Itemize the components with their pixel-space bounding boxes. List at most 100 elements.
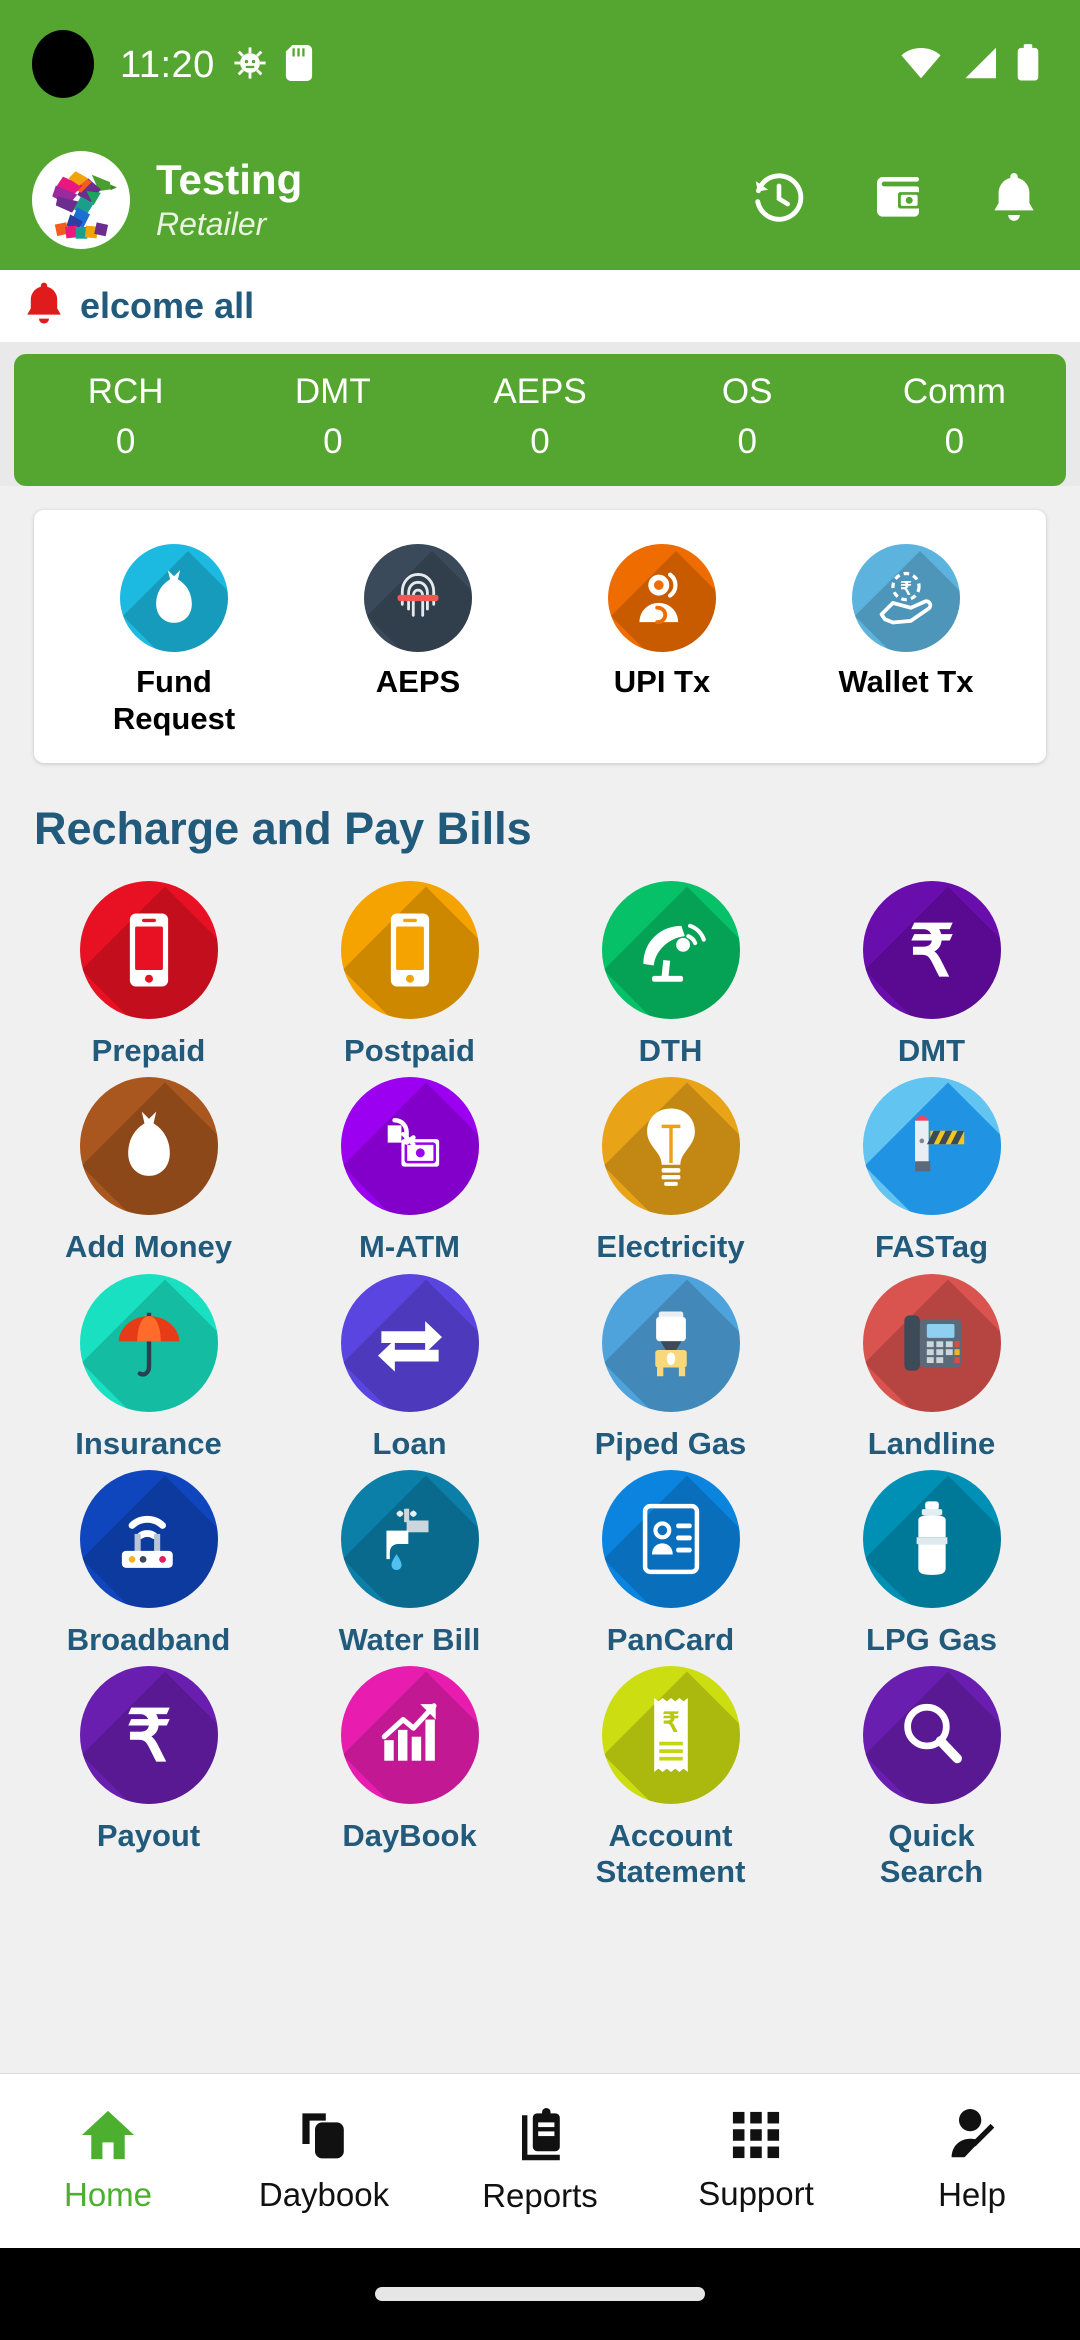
quick-action-label: AEPS <box>375 664 461 699</box>
telephone-icon <box>862 1273 1001 1412</box>
gesture-pill[interactable] <box>375 2287 705 2301</box>
money-bag-icon <box>79 1077 218 1216</box>
stats-section: RCH 0 DMT 0 AEPS 0 OS 0 Comm 0 <box>0 342 1080 486</box>
service-label: Payout <box>96 1818 201 1854</box>
stat-label: AEPS <box>493 372 587 411</box>
nav-item-help[interactable]: Help <box>864 2108 1080 2214</box>
service-tile-dmt[interactable]: ₹ DMT <box>801 881 1062 1077</box>
service-label: FASTag <box>874 1229 989 1265</box>
service-tile-loan[interactable]: Loan <box>279 1273 540 1470</box>
fingerprint-scan-icon <box>364 544 472 652</box>
nav-item-home[interactable]: Home <box>0 2109 216 2214</box>
stats-bar: RCH 0 DMT 0 AEPS 0 OS 0 Comm 0 <box>14 354 1066 486</box>
service-tile-landline[interactable]: Landline <box>801 1273 1062 1470</box>
service-tile-piped-gas[interactable]: Piped Gas <box>540 1273 801 1470</box>
card-swipe-icon <box>340 1077 479 1216</box>
service-tile-payout[interactable]: ₹ Payout <box>18 1666 279 1899</box>
quick-action-aeps[interactable]: AEPS <box>296 544 540 737</box>
service-label: Insurance <box>75 1425 222 1461</box>
satellite-dish-icon <box>601 881 740 1020</box>
nav-label: Daybook <box>258 2175 390 2213</box>
user-role: Retailer <box>156 205 267 242</box>
service-tile-insurance[interactable]: Insurance <box>18 1273 279 1470</box>
quick-actions-card: Fund Request AEPS UPI Tx ₹ Wallet Tx <box>34 510 1046 764</box>
status-bar: 11:20 <box>0 0 1080 130</box>
water-tap-icon <box>340 1469 479 1608</box>
service-label: M-ATM <box>359 1229 460 1265</box>
alert-bell-icon <box>22 280 66 333</box>
toll-barrier-icon <box>862 1077 1001 1216</box>
service-tile-electricity[interactable]: Electricity <box>540 1077 801 1273</box>
service-label: Account Statement <box>595 1818 746 1890</box>
person-money-icon <box>608 544 716 652</box>
nav-label: Reports <box>482 2176 598 2214</box>
growth-chart-icon <box>340 1666 479 1805</box>
light-bulb-icon <box>601 1077 740 1216</box>
nav-item-support[interactable]: Support <box>648 2110 864 2213</box>
service-label: PanCard <box>606 1621 735 1657</box>
stat-label: RCH <box>87 372 164 411</box>
id-card-icon <box>601 1469 740 1608</box>
service-tile-quick-search[interactable]: Quick Search <box>801 1666 1062 1899</box>
service-tile-account-statement[interactable]: ₹ Account Statement <box>540 1666 801 1899</box>
nav-label: Support <box>698 2174 814 2212</box>
notification-bell-icon[interactable] <box>988 170 1040 231</box>
stat-comm[interactable]: Comm 0 <box>851 368 1058 468</box>
quick-action-wallet-tx[interactable]: ₹ Wallet Tx <box>784 544 1028 737</box>
stat-os[interactable]: OS 0 <box>644 368 851 468</box>
service-tile-postpaid[interactable]: Postpaid <box>279 881 540 1077</box>
quick-action-fund-request[interactable]: Fund Request <box>52 544 296 737</box>
nav-label: Home <box>63 2175 153 2213</box>
signal-icon <box>960 46 998 85</box>
user-name: Testing <box>156 155 303 203</box>
status-bar-clock: 11:20 <box>120 43 215 86</box>
service-tile-add-money[interactable]: Add Money <box>18 1077 279 1273</box>
mobile-phone-icon <box>340 881 479 1020</box>
quick-action-upi-tx[interactable]: UPI Tx <box>540 544 784 737</box>
section-title-recharge: Recharge and Pay Bills <box>34 803 532 855</box>
service-label: Prepaid <box>91 1033 206 1069</box>
stat-value: 0 <box>737 422 757 462</box>
stat-rch[interactable]: RCH 0 <box>22 368 229 468</box>
battery-icon <box>1016 43 1040 87</box>
service-tile-pancard[interactable]: PanCard <box>540 1469 801 1666</box>
service-label: LPG Gas <box>866 1621 997 1657</box>
wallet-icon[interactable] <box>870 170 926 231</box>
sd-card-icon <box>285 44 313 86</box>
wifi-icon <box>900 46 942 85</box>
gesture-navigation-bar <box>0 2248 1080 2340</box>
service-tile-broadband[interactable]: Broadband <box>18 1469 279 1666</box>
app-logo-bird[interactable] <box>32 151 130 249</box>
service-tile-fastag[interactable]: FASTag <box>801 1077 1062 1273</box>
app-screen: 11:20 Testing Retailer elcome all RCH 0 … <box>0 0 1080 2340</box>
service-tile-m-atm[interactable]: M-ATM <box>279 1077 540 1273</box>
mobile-phone-icon <box>79 881 218 1020</box>
history-icon[interactable] <box>750 169 808 232</box>
service-tile-lpg-gas[interactable]: LPG Gas <box>801 1469 1062 1666</box>
magnifier-icon <box>862 1666 1001 1805</box>
money-bag-icon <box>120 544 228 652</box>
service-label: Landline <box>867 1425 996 1461</box>
hand-rupee-icon: ₹ <box>852 544 960 652</box>
main-content: Fund Request AEPS UPI Tx ₹ Wallet Tx Rec… <box>0 486 1080 2073</box>
transfer-arrows-icon <box>340 1273 479 1412</box>
stat-aeps[interactable]: AEPS 0 <box>436 368 643 468</box>
clipboard-icon <box>514 2107 566 2167</box>
service-label: Piped Gas <box>594 1425 747 1461</box>
user-info: Testing Retailer <box>156 155 303 243</box>
stat-dmt[interactable]: DMT 0 <box>229 368 436 468</box>
service-label: Add Money <box>64 1229 233 1265</box>
service-tile-prepaid[interactable]: Prepaid <box>18 881 279 1077</box>
nav-item-daybook[interactable]: Daybook <box>216 2109 432 2214</box>
svg-text:₹: ₹ <box>900 579 912 599</box>
nav-item-reports[interactable]: Reports <box>432 2107 648 2215</box>
quick-action-label: UPI Tx <box>613 664 711 699</box>
rupee-icon: ₹ <box>79 1666 218 1805</box>
service-tile-water-bill[interactable]: Water Bill <box>279 1469 540 1666</box>
service-tile-daybook[interactable]: DayBook <box>279 1666 540 1899</box>
service-label: Electricity <box>596 1229 745 1265</box>
nav-label: Help <box>938 2175 1006 2213</box>
person-edit-icon <box>946 2108 998 2166</box>
android-debug-icon <box>233 46 267 85</box>
service-tile-dth[interactable]: DTH <box>540 881 801 1077</box>
